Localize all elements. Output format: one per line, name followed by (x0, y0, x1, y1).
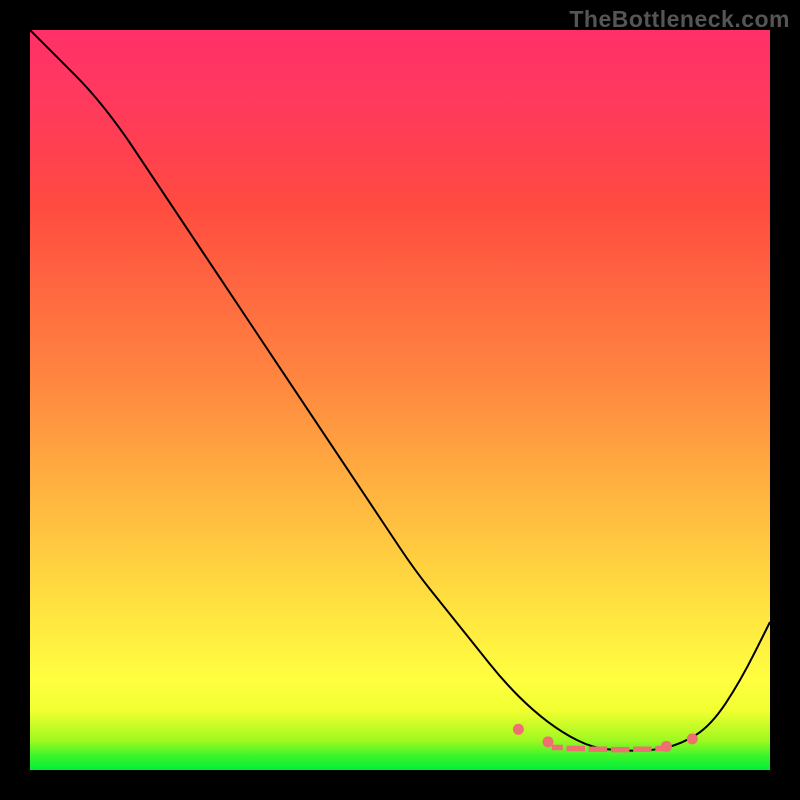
chart-overlay (30, 30, 770, 770)
highlight-dot (661, 741, 672, 752)
curve-line (30, 30, 770, 751)
highlight-dot (513, 724, 524, 735)
plot-area (30, 30, 770, 770)
highlight-dot (687, 733, 698, 744)
chart-container: TheBottleneck.com (0, 0, 800, 800)
highlight-dot (543, 736, 554, 747)
watermark-text: TheBottleneck.com (569, 6, 790, 33)
